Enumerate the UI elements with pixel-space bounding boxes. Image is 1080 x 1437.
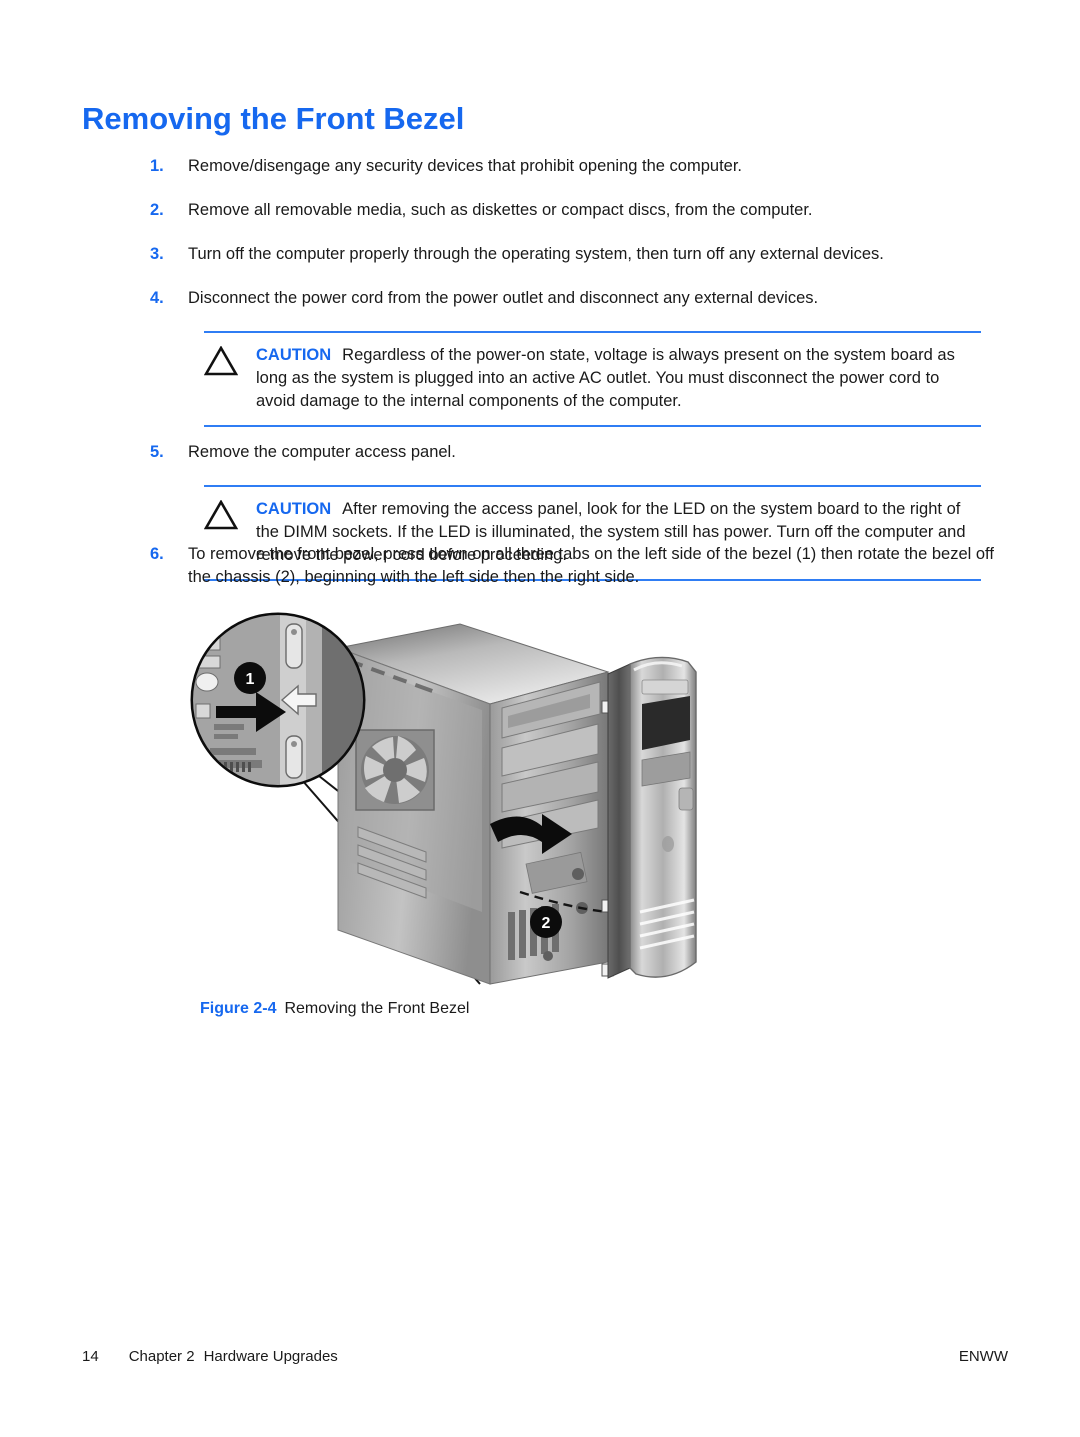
footer-chapter-title: Hardware Upgrades xyxy=(203,1348,338,1365)
page-title: Removing the Front Bezel xyxy=(82,101,465,136)
list-item: 5. Remove the computer access panel. xyxy=(150,441,1010,464)
warning-triangle-icon xyxy=(204,344,256,376)
step-text: Remove the computer access panel. xyxy=(188,443,456,461)
svg-text:1: 1 xyxy=(246,671,255,688)
document-page: Removing the Front Bezel 1. Remove/disen… xyxy=(0,0,1080,1437)
list-item: 2. Remove all removable media, such as d… xyxy=(150,199,1010,222)
figure-caption: Figure 2-4 Removing the Front Bezel xyxy=(200,1000,469,1018)
step-number: 4. xyxy=(150,289,164,307)
list-item: 6. To remove the front bezel, press down… xyxy=(150,543,1010,589)
step-number: 2. xyxy=(150,201,164,219)
list-item: 1. Remove/disengage any security devices… xyxy=(150,155,1010,178)
front-bezel xyxy=(607,656,697,979)
caution-label: CAUTION xyxy=(256,346,332,364)
caution-text: Regardless of the power-on state, voltag… xyxy=(256,346,955,410)
caution-text-wrapper: CAUTION Regardless of the power-on state,… xyxy=(256,344,981,413)
magnified-inset: 1 xyxy=(190,612,366,788)
chassis-bezel-removal-diagram: 2 1 xyxy=(190,612,697,985)
footer-page-number: 14 xyxy=(82,1348,99,1365)
step-text: Turn off the computer properly through t… xyxy=(188,245,884,263)
step-text: Disconnect the power cord from the power… xyxy=(188,289,819,307)
step-text: Remove all removable media, such as disk… xyxy=(188,201,813,219)
step-text: Remove/disengage any security devices th… xyxy=(188,157,742,175)
caution-box: CAUTION Regardless of the power-on state,… xyxy=(204,331,981,427)
page-footer: 14 Chapter 2 Hardware Upgrades ENWW xyxy=(82,1348,1008,1365)
svg-text:2: 2 xyxy=(542,915,551,932)
step-number: 6. xyxy=(150,545,164,563)
callout-badge-1: 1 xyxy=(234,662,266,694)
figure-label: Figure 2-4 xyxy=(200,1000,277,1017)
step-text: To remove the front bezel, press down on… xyxy=(188,545,994,586)
step-number: 1. xyxy=(150,157,164,175)
procedure-steps-list-continued: 6. To remove the front bezel, press down… xyxy=(150,543,1010,610)
list-item: 3. Turn off the computer properly throug… xyxy=(150,243,1010,266)
footer-left-group: 14 Chapter 2 Hardware Upgrades xyxy=(82,1348,338,1365)
footer-chapter: Chapter 2 xyxy=(128,1348,195,1365)
list-item: 4. Disconnect the power cord from the po… xyxy=(150,287,1010,310)
procedure-steps-list: 1. Remove/disengage any security devices… xyxy=(150,155,1010,595)
case-fan-icon xyxy=(355,729,435,811)
footer-locale: ENWW xyxy=(958,1348,1008,1365)
callout-badge-2: 2 xyxy=(530,906,562,938)
caution-label: CAUTION xyxy=(256,500,332,518)
step-number: 5. xyxy=(150,443,164,461)
figure-caption-text: Removing the Front Bezel xyxy=(284,1000,470,1017)
step-number: 3. xyxy=(150,245,164,263)
computer-chassis xyxy=(336,623,614,985)
figure-illustration: 2 1 xyxy=(190,612,730,1012)
warning-triangle-icon xyxy=(204,498,256,530)
